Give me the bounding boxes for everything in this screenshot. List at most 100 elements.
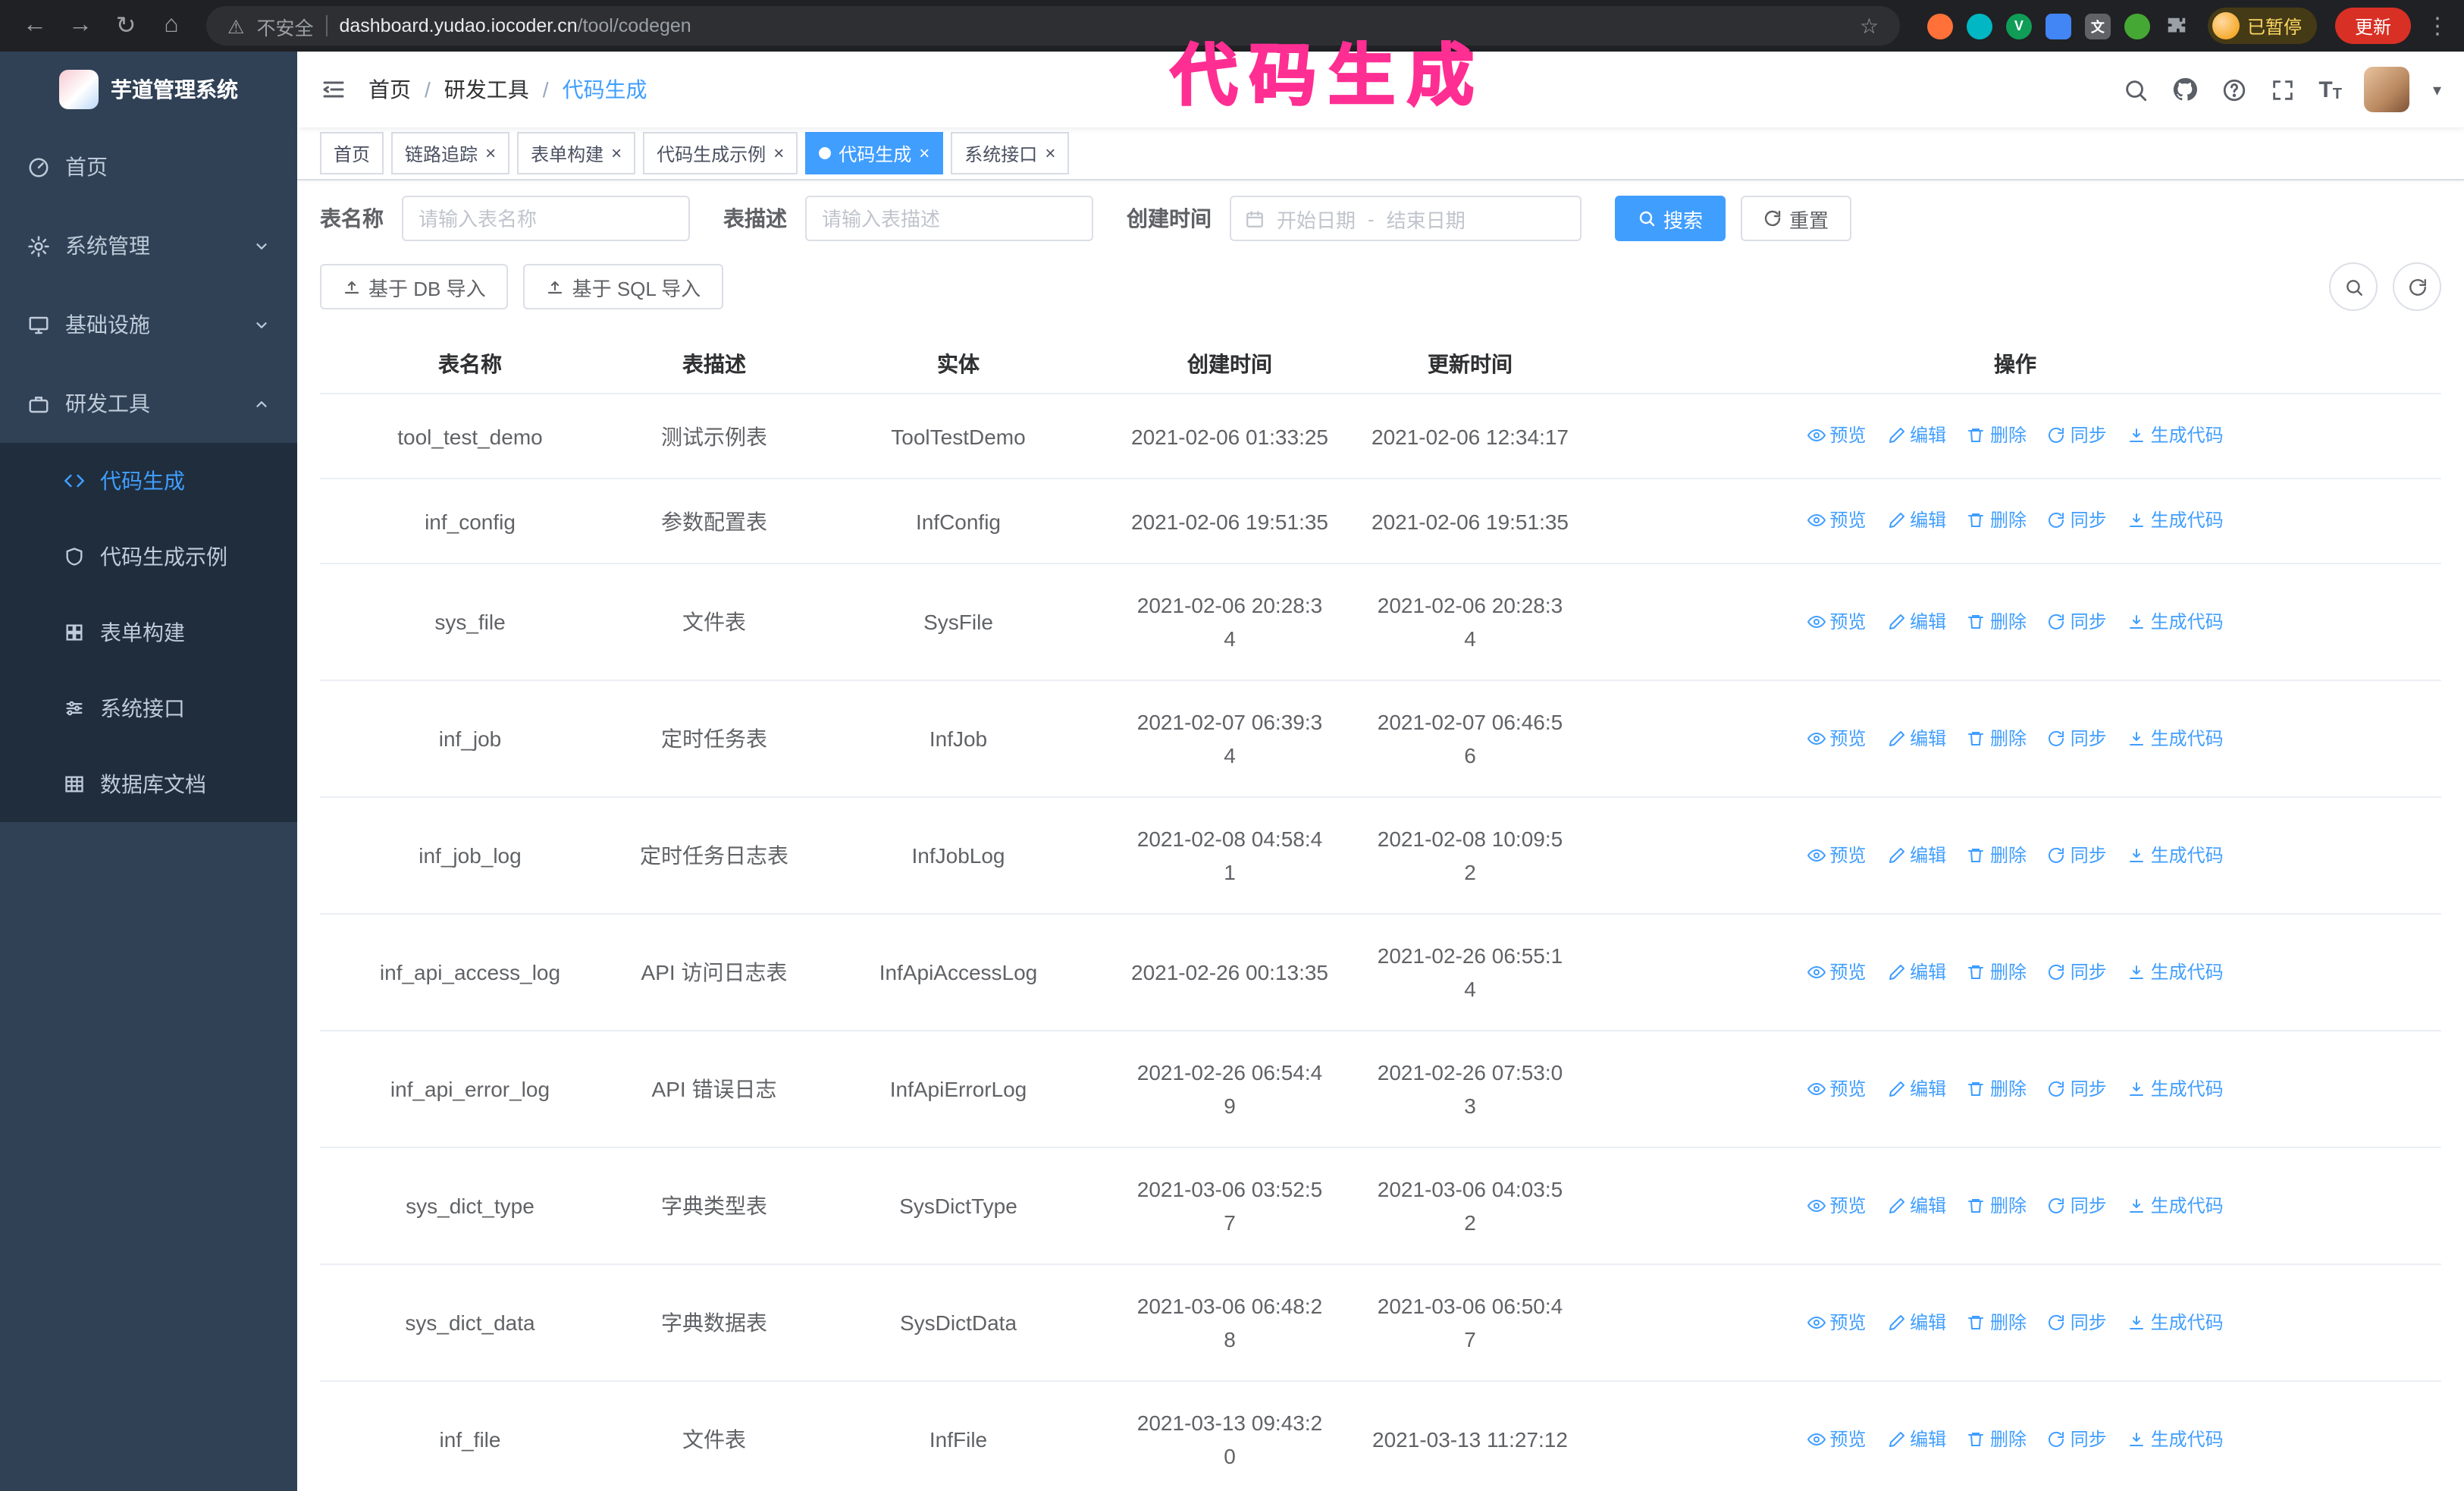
- generate-code-link[interactable]: 生成代码: [2128, 955, 2224, 988]
- browser-home-button[interactable]: ⌂: [152, 6, 191, 46]
- browser-reload-button[interactable]: ↻: [106, 6, 146, 46]
- delete-link[interactable]: 删除: [1967, 721, 2027, 755]
- edit-link[interactable]: 编辑: [1887, 604, 1946, 638]
- edit-link[interactable]: 编辑: [1887, 1072, 1946, 1105]
- table-desc-input[interactable]: [805, 196, 1093, 241]
- preview-link[interactable]: 预览: [1807, 1422, 1866, 1455]
- sidebar-toggle-icon[interactable]: [320, 76, 347, 103]
- browser-forward-button[interactable]: →: [61, 6, 100, 46]
- sync-link[interactable]: 同步: [2048, 419, 2107, 452]
- generate-code-link[interactable]: 生成代码: [2128, 838, 2224, 871]
- import-sql-button[interactable]: 基于 SQL 导入: [523, 264, 724, 309]
- close-icon[interactable]: ×: [773, 144, 784, 162]
- generate-code-link[interactable]: 生成代码: [2128, 1072, 2224, 1105]
- sync-link[interactable]: 同步: [2048, 604, 2107, 638]
- profile-paused-badge[interactable]: 已暂停: [2207, 8, 2317, 44]
- refresh-button[interactable]: [2393, 262, 2441, 311]
- tab-form-builder[interactable]: 表单构建 ×: [517, 132, 636, 174]
- delete-link[interactable]: 删除: [1967, 1305, 2027, 1339]
- generate-code-link[interactable]: 生成代码: [2128, 419, 2224, 452]
- translate-extension-icon[interactable]: 文: [2084, 13, 2111, 39]
- edit-link[interactable]: 编辑: [1887, 504, 1946, 537]
- preview-link[interactable]: 预览: [1807, 838, 1866, 871]
- delete-link[interactable]: 删除: [1967, 1072, 2027, 1105]
- github-icon[interactable]: [2171, 76, 2199, 103]
- delete-link[interactable]: 删除: [1967, 419, 2027, 452]
- search-button[interactable]: 搜索: [1615, 196, 1726, 241]
- close-icon[interactable]: ×: [611, 144, 622, 162]
- sidebar-item-system-management[interactable]: 系统管理: [0, 206, 297, 285]
- sidebar-item-code-generation[interactable]: 代码生成: [0, 443, 297, 519]
- sync-link[interactable]: 同步: [2048, 1305, 2107, 1339]
- generate-code-link[interactable]: 生成代码: [2128, 504, 2224, 537]
- close-icon[interactable]: ×: [485, 144, 496, 162]
- tab-home[interactable]: 首页: [320, 132, 384, 174]
- generate-code-link[interactable]: 生成代码: [2128, 1188, 2224, 1222]
- delete-link[interactable]: 删除: [1967, 1188, 2027, 1222]
- edit-link[interactable]: 编辑: [1887, 419, 1946, 452]
- sync-link[interactable]: 同步: [2048, 721, 2107, 755]
- close-icon[interactable]: ×: [919, 144, 929, 162]
- import-db-button[interactable]: 基于 DB 导入: [320, 264, 509, 309]
- delete-link[interactable]: 删除: [1967, 504, 2027, 537]
- tab-system-api[interactable]: 系统接口 ×: [951, 132, 1070, 174]
- preview-link[interactable]: 预览: [1807, 721, 1866, 755]
- breadcrumb-home[interactable]: 首页: [368, 74, 411, 105]
- fullscreen-icon[interactable]: [2270, 77, 2296, 102]
- browser-back-button[interactable]: ←: [15, 6, 55, 46]
- generate-code-link[interactable]: 生成代码: [2128, 1422, 2224, 1455]
- extension-icon[interactable]: [2045, 13, 2071, 39]
- help-icon[interactable]: [2221, 77, 2247, 102]
- sidebar-item-database-docs[interactable]: 数据库文档: [0, 746, 297, 822]
- search-icon[interactable]: [2123, 77, 2149, 102]
- edit-link[interactable]: 编辑: [1887, 1305, 1946, 1339]
- user-menu-caret-icon[interactable]: ▾: [2433, 80, 2441, 99]
- tab-code-generation[interactable]: 代码生成 ×: [805, 132, 944, 174]
- sync-link[interactable]: 同步: [2048, 838, 2107, 871]
- sync-link[interactable]: 同步: [2048, 504, 2107, 537]
- delete-link[interactable]: 删除: [1967, 838, 2027, 871]
- user-avatar[interactable]: [2364, 67, 2410, 112]
- font-size-icon[interactable]: TT: [2318, 77, 2342, 102]
- extension-icon[interactable]: V: [2005, 13, 2032, 39]
- bookmark-star-icon[interactable]: ☆: [1860, 13, 1879, 39]
- extension-icon[interactable]: [2124, 13, 2150, 39]
- tab-codegen-example[interactable]: 代码生成示例 ×: [643, 132, 798, 174]
- edit-link[interactable]: 编辑: [1887, 955, 1946, 988]
- sidebar-item-home[interactable]: 首页: [0, 127, 297, 206]
- edit-link[interactable]: 编辑: [1887, 721, 1946, 755]
- preview-link[interactable]: 预览: [1807, 1072, 1866, 1105]
- generate-code-link[interactable]: 生成代码: [2128, 1305, 2224, 1339]
- sidebar-item-dev-tools[interactable]: 研发工具: [0, 364, 297, 443]
- table-name-input[interactable]: [402, 196, 690, 241]
- preview-link[interactable]: 预览: [1807, 955, 1866, 988]
- sync-link[interactable]: 同步: [2048, 955, 2107, 988]
- browser-menu-icon[interactable]: ⋮: [2426, 12, 2449, 39]
- extensions-puzzle-icon[interactable]: [2164, 13, 2190, 39]
- sidebar-item-form-builder[interactable]: 表单构建: [0, 595, 297, 670]
- preview-link[interactable]: 预览: [1807, 419, 1866, 452]
- preview-link[interactable]: 预览: [1807, 1188, 1866, 1222]
- date-range-picker[interactable]: 开始日期 - 结束日期: [1230, 196, 1582, 241]
- toggle-search-button[interactable]: [2329, 262, 2378, 311]
- delete-link[interactable]: 删除: [1967, 1422, 2027, 1455]
- sidebar-item-system-api[interactable]: 系统接口: [0, 670, 297, 746]
- generate-code-link[interactable]: 生成代码: [2128, 721, 2224, 755]
- delete-link[interactable]: 删除: [1967, 955, 2027, 988]
- logo[interactable]: 芋道管理系统: [0, 52, 297, 127]
- preview-link[interactable]: 预览: [1807, 1305, 1866, 1339]
- extension-icon[interactable]: [1926, 13, 1953, 39]
- preview-link[interactable]: 预览: [1807, 604, 1866, 638]
- sync-link[interactable]: 同步: [2048, 1072, 2107, 1105]
- chrome-update-button[interactable]: 更新: [2334, 8, 2411, 44]
- sidebar-item-codegen-example[interactable]: 代码生成示例: [0, 519, 297, 595]
- close-icon[interactable]: ×: [1045, 144, 1055, 162]
- generate-code-link[interactable]: 生成代码: [2128, 604, 2224, 638]
- extension-icon[interactable]: [1966, 13, 1992, 39]
- edit-link[interactable]: 编辑: [1887, 838, 1946, 871]
- address-bar[interactable]: ⚠ 不安全 dashboard.yudao.iocoder.cn/tool/co…: [206, 6, 1900, 46]
- preview-link[interactable]: 预览: [1807, 504, 1866, 537]
- tab-trace[interactable]: 链路追踪 ×: [391, 132, 510, 174]
- edit-link[interactable]: 编辑: [1887, 1188, 1946, 1222]
- edit-link[interactable]: 编辑: [1887, 1422, 1946, 1455]
